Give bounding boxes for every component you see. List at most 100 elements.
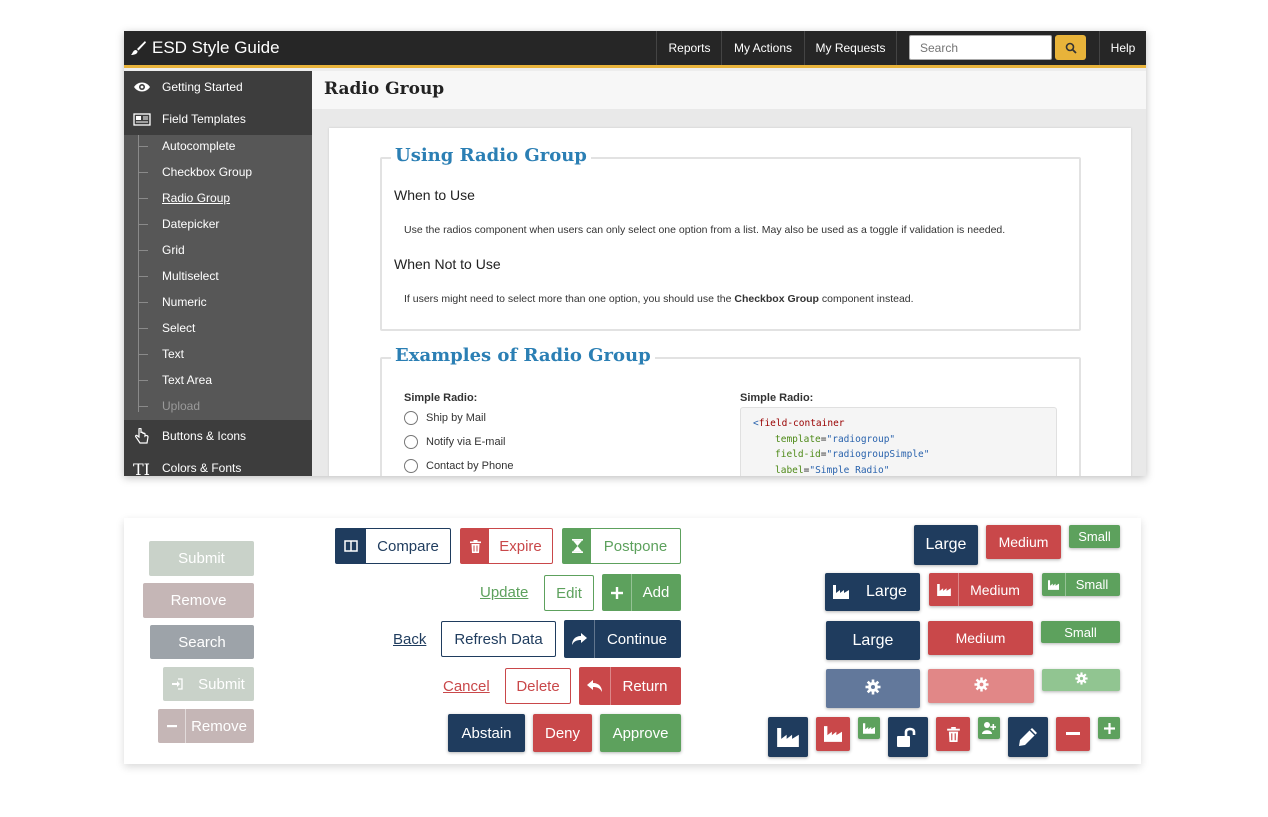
share-arrow-icon (564, 620, 595, 658)
submit-icon-button-disabled[interactable]: Submit (163, 667, 254, 701)
small-wide-button[interactable]: Small (1041, 621, 1120, 643)
sidebar-item-colors-fonts[interactable]: TI Colors & Fonts (124, 452, 312, 476)
tree-tick (138, 198, 148, 199)
hourglass-icon (563, 529, 591, 563)
large-button[interactable]: Large (914, 525, 978, 565)
example-label: Simple Radio: (404, 392, 478, 404)
continue-button[interactable]: Continue (564, 620, 681, 658)
search-button-disabled[interactable]: Search (150, 625, 254, 659)
gear-icon (865, 679, 881, 699)
radio-option[interactable]: Ship by Mail (404, 411, 486, 425)
code-line: field-id="radiogroupSimple" (775, 449, 930, 460)
sidebar-item-numeric[interactable]: Numeric (162, 292, 207, 312)
code-value: "radiogroupSimple" (826, 449, 930, 460)
sidebar-item-checkbox-group[interactable]: Checkbox Group (162, 162, 252, 182)
industry-small-icon-button[interactable] (858, 717, 880, 739)
compare-button[interactable]: Compare (335, 528, 451, 564)
back-link[interactable]: Back (393, 631, 426, 648)
minus-icon (158, 709, 186, 743)
sidebar-item-radio-group[interactable]: Radio Group (162, 188, 230, 208)
gear-icon (1074, 671, 1088, 689)
delete-button[interactable]: Delete (505, 668, 571, 704)
text-segment: If users might need to select more than … (404, 293, 735, 305)
cancel-link[interactable]: Cancel (443, 678, 490, 695)
radio-circle (404, 411, 418, 425)
settings-small-button-disabled[interactable] (1042, 669, 1120, 691)
sidebar-item-grid[interactable]: Grid (162, 240, 185, 260)
brand[interactable]: ESD Style Guide (130, 38, 280, 58)
edit-icon-button[interactable] (1008, 717, 1048, 757)
settings-large-button-disabled[interactable] (826, 669, 920, 708)
tree-tick (138, 146, 148, 147)
section-heading: Using Radio Group (391, 145, 591, 166)
sidebar-item-label: Colors & Fonts (162, 461, 242, 475)
sidebar-item-getting-started[interactable]: Getting Started (124, 71, 312, 103)
expire-button[interactable]: Expire (460, 528, 553, 564)
remove-icon-button-disabled[interactable]: Remove (158, 709, 254, 743)
tree-tick (138, 380, 148, 381)
sidebar-item-field-templates[interactable]: Field Templates (124, 103, 312, 135)
small-icon-button[interactable]: Small (1042, 573, 1120, 596)
sidebar-item-upload[interactable]: Upload (162, 396, 200, 416)
tree-tick (138, 302, 148, 303)
code-label: Simple Radio: (740, 392, 814, 404)
nav-my-actions[interactable]: My Actions (721, 31, 804, 65)
edit-button[interactable]: Edit (544, 575, 594, 611)
settings-medium-button-disabled[interactable] (928, 669, 1034, 703)
sidebar-item-autocomplete[interactable]: Autocomplete (162, 136, 235, 156)
sidebar-item-multiselect[interactable]: Multiselect (162, 266, 219, 286)
code-attr: label (775, 464, 804, 476)
plus-icon (602, 574, 632, 611)
unlock-icon (897, 727, 916, 747)
add-icon-button[interactable] (1098, 717, 1120, 739)
remove-icon-button[interactable] (1056, 717, 1090, 751)
medium-icon-button[interactable]: Medium (929, 573, 1033, 606)
tree-tick (138, 224, 148, 225)
add-user-icon-button[interactable] (978, 717, 1000, 739)
code-line: template="radiogroup" (775, 433, 896, 445)
delete-icon-button[interactable] (936, 717, 970, 751)
radio-option[interactable]: Notify via E-mail (404, 435, 505, 449)
search-input[interactable] (909, 35, 1052, 60)
text-segment: component instead. (818, 293, 914, 305)
nav-my-requests[interactable]: My Requests (804, 31, 897, 65)
tree-tick (138, 406, 148, 407)
text-icon: TI (133, 460, 150, 476)
refresh-data-button[interactable]: Refresh Data (441, 621, 556, 657)
when-to-use-text: Use the radios component when users can … (404, 224, 1006, 236)
medium-button[interactable]: Medium (986, 525, 1061, 559)
remove-button-disabled[interactable]: Remove (143, 583, 254, 618)
code-block: <field-container template="radiogroup" f… (740, 407, 1057, 476)
code-line: <field-container (753, 416, 1044, 432)
sidebar-item-buttons-icons[interactable]: Buttons & Icons (124, 420, 312, 452)
return-button[interactable]: Return (579, 667, 681, 705)
sidebar-item-select[interactable]: Select (162, 318, 195, 338)
industry-large-icon-button[interactable] (768, 717, 808, 757)
add-button[interactable]: Add (602, 574, 681, 611)
deny-button[interactable]: Deny (533, 714, 592, 752)
large-wide-button[interactable]: Large (826, 621, 920, 660)
pointer-hand-icon (134, 428, 149, 444)
search-button[interactable] (1055, 35, 1086, 60)
nav-help[interactable]: Help (1099, 31, 1146, 65)
add-user-icon (982, 722, 996, 734)
sidebar-item-text-area[interactable]: Text Area (162, 370, 212, 390)
small-button[interactable]: Small (1069, 525, 1120, 548)
update-link[interactable]: Update (480, 584, 528, 601)
sidebar-item-text[interactable]: Text (162, 344, 184, 364)
submit-button-disabled[interactable]: Submit (149, 541, 254, 576)
abstain-button[interactable]: Abstain (448, 714, 525, 752)
sidebar-item-datepicker[interactable]: Datepicker (162, 214, 219, 234)
unlock-icon-button[interactable] (888, 717, 928, 757)
large-icon-button[interactable]: Large (825, 573, 920, 611)
medium-wide-button[interactable]: Medium (928, 621, 1033, 655)
nav-reports[interactable]: Reports (656, 31, 722, 65)
radio-option[interactable]: Contact by Phone (404, 459, 513, 473)
industry-medium-icon-button[interactable] (816, 717, 850, 751)
industry-icon (929, 573, 959, 606)
checkbox-group-emphasis: Checkbox Group (734, 293, 819, 305)
industry-icon (863, 722, 875, 734)
approve-button[interactable]: Approve (600, 714, 681, 752)
postpone-button[interactable]: Postpone (562, 528, 681, 564)
radio-circle (404, 435, 418, 449)
